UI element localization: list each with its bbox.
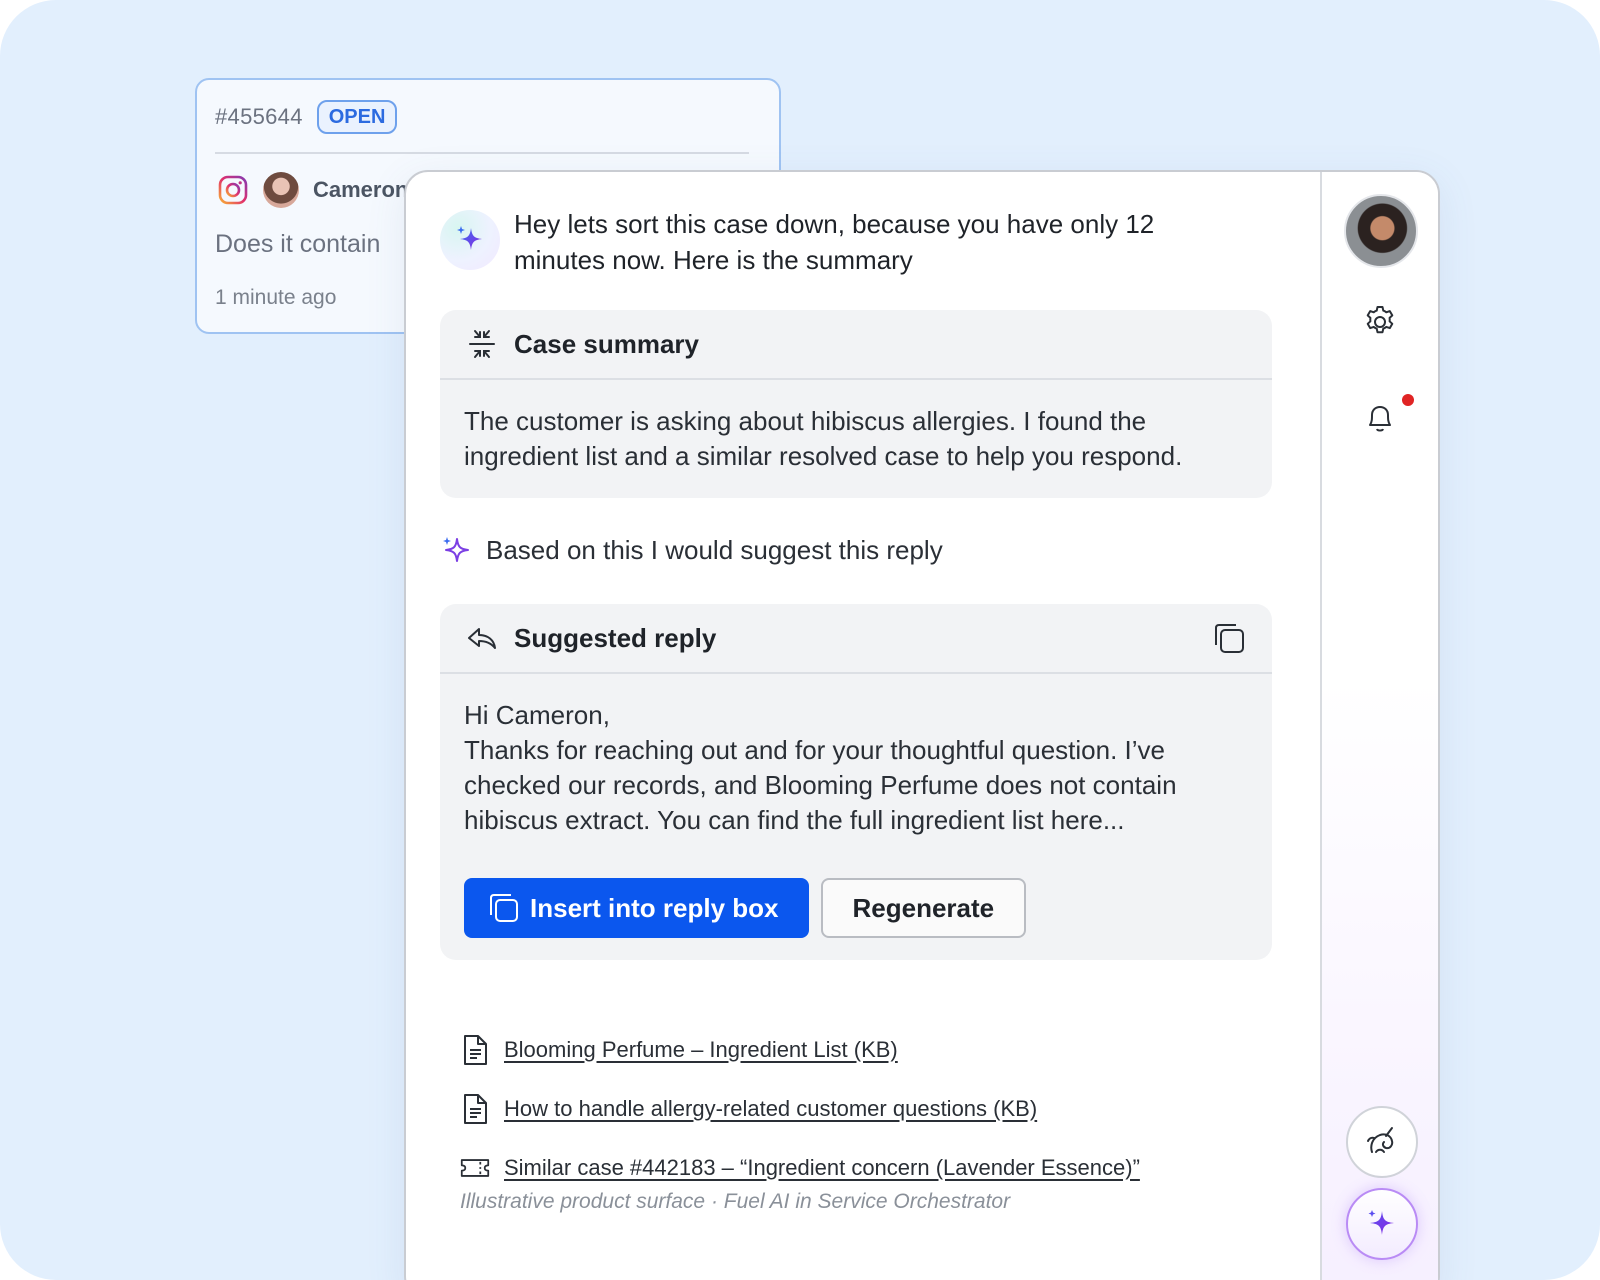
reference-link-item: Similar case #442183 – “Ingredient conce…: [460, 1138, 1140, 1197]
reply-greeting-line: Hi Cameron,: [464, 700, 610, 730]
reply-arrow-icon: [468, 628, 496, 649]
suggested-reply-text: Hi Cameron, Thanks for reaching out and …: [440, 674, 1272, 838]
suggested-reply-card: Suggested reply Hi Cameron, Thanks for r…: [440, 604, 1272, 960]
suggest-intro: Based on this I would suggest this reply: [440, 534, 943, 566]
collapse-arrows-icon: [469, 330, 495, 358]
message-time: 1 minute ago: [215, 286, 337, 309]
divider: [215, 152, 749, 154]
case-summary-text: The customer is asking about hibiscus al…: [464, 406, 1183, 471]
case-summary-card: Case summary The customer is asking abou…: [440, 310, 1272, 498]
reference-link-item: How to handle allergy-related customer q…: [460, 1079, 1140, 1138]
reference-link[interactable]: Similar case #442183 – “Ingredient conce…: [504, 1155, 1140, 1181]
document-icon: [464, 1093, 487, 1124]
ai-assistant-panel: Hey lets sort this case down, because yo…: [404, 170, 1440, 1280]
copy-icon[interactable]: [1212, 621, 1246, 655]
ai-assistant-button[interactable]: [1346, 1188, 1418, 1260]
sparkle-outline-icon: [443, 537, 469, 562]
customer-avatar: [263, 172, 299, 208]
sparkle-icon: [457, 226, 482, 250]
message-preview: Does it contain: [215, 230, 381, 258]
insert-into-reply-button[interactable]: Insert into reply box: [464, 878, 809, 938]
status-badge: OPEN: [316, 100, 398, 134]
unicorn-icon: [1367, 1127, 1394, 1153]
suggested-reply-title: Suggested reply: [514, 622, 717, 653]
ai-avatar: [440, 210, 500, 270]
greeting-text: Hey lets sort this case down, because yo…: [514, 209, 1155, 275]
user-avatar[interactable]: [1344, 194, 1418, 268]
notification-dot: [1402, 394, 1414, 406]
ticket-customer-row: Cameron: [217, 172, 408, 208]
suggest-intro-text: Based on this I would suggest this reply: [486, 534, 943, 565]
footer-note: Illustrative product surface · Fuel AI i…: [460, 1190, 1011, 1213]
copy-icon: [490, 894, 518, 922]
reference-links: Blooming Perfume – Ingredient List (KB) …: [460, 1020, 1140, 1197]
reference-link[interactable]: How to handle allergy-related customer q…: [504, 1096, 1037, 1122]
case-summary-header: Case summary: [440, 310, 1272, 380]
customer-name: Cameron: [313, 177, 409, 202]
right-sidebar: [1320, 172, 1438, 1280]
suggested-reply-header: Suggested reply: [440, 604, 1272, 674]
ticket-header: #455644 OPEN: [215, 100, 398, 134]
document-icon: [464, 1034, 487, 1065]
assistant-greeting: Hey lets sort this case down, because yo…: [440, 206, 1240, 278]
sparkle-icon: [1368, 1210, 1394, 1235]
ticket-id: #455644: [215, 104, 303, 129]
bell-icon[interactable]: [1362, 400, 1398, 436]
gear-icon[interactable]: [1362, 304, 1398, 340]
case-summary-title: Case summary: [514, 328, 699, 359]
regenerate-button[interactable]: Regenerate: [820, 878, 1027, 938]
reply-actions: Insert into reply box Regenerate: [464, 878, 1027, 938]
unicorn-button[interactable]: [1346, 1106, 1418, 1178]
ticket-icon: [460, 1158, 490, 1177]
reference-link[interactable]: Blooming Perfume – Ingredient List (KB): [504, 1037, 898, 1063]
instagram-icon: [218, 175, 248, 205]
insert-into-reply-label: Insert into reply box: [530, 892, 779, 923]
reference-link-item: Blooming Perfume – Ingredient List (KB): [460, 1020, 1140, 1079]
canvas-frame: #455644 OPEN Cameron Does it contain 1 m…: [0, 0, 1600, 1280]
reply-body: Thanks for reaching out and for your tho…: [464, 735, 1177, 835]
